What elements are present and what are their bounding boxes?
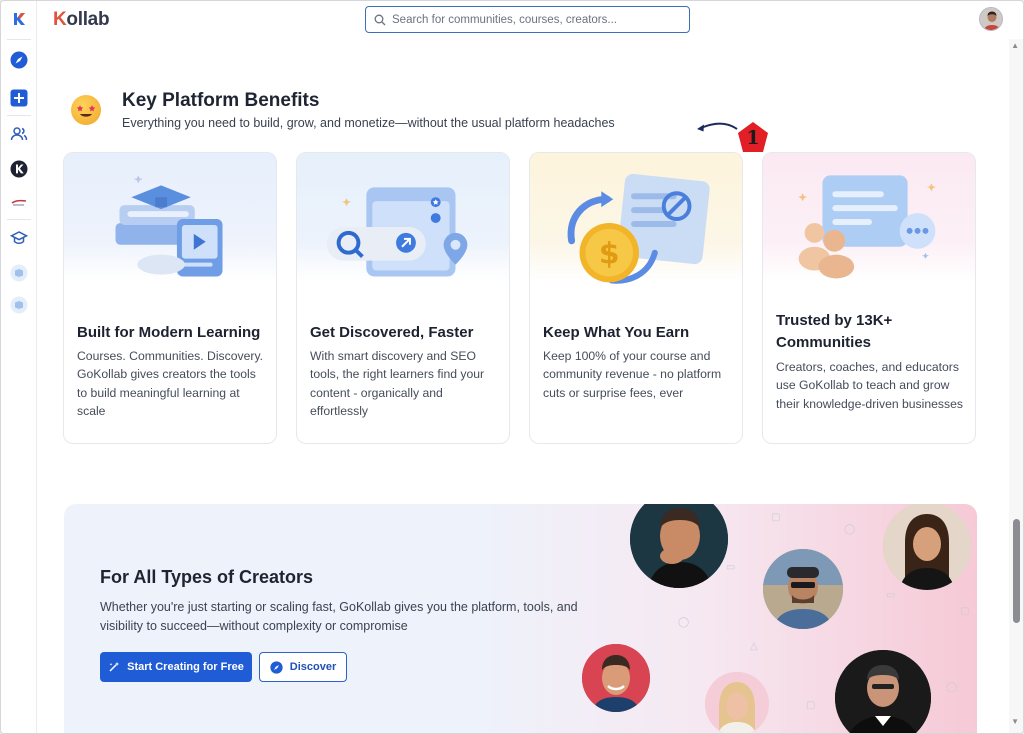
creator-avatar-2 (763, 549, 843, 629)
benefit-card-earnings[interactable]: $ Keep What You Earn Keep 100% of your c… (529, 152, 743, 444)
faint-user-icon: ◯ (844, 524, 856, 535)
sidebar-item-home[interactable] (9, 9, 29, 29)
discover-label: Discover (289, 661, 337, 673)
search-input[interactable] (392, 13, 682, 26)
course-badge-icon (10, 296, 28, 314)
benefit-card-title: Get Discovered, Faster (310, 324, 474, 341)
sparkle-wand-icon (109, 662, 120, 672)
sidebar-item-course-2[interactable] (9, 295, 29, 315)
page-scrollbar[interactable] (1009, 39, 1023, 733)
creators-subtitle: Whether you're just starting or scaling … (100, 600, 578, 633)
search-icon (374, 14, 386, 25)
users-icon (10, 127, 28, 141)
annotation-arrow-icon (697, 122, 738, 132)
creators-banner: For All Types of Creators Whether you're… (64, 504, 977, 733)
sidebar-item-community-2[interactable] (9, 192, 29, 212)
benefit-card-body: Keep 100% of your course and community r… (543, 349, 722, 400)
faint-edit-icon: ▢ (960, 606, 970, 617)
annotation-badge: 1 (737, 121, 769, 153)
svg-text:$: $ (599, 237, 620, 272)
sidebar-item-communities[interactable] (9, 124, 29, 144)
graduation-cap-icon (10, 231, 28, 245)
sidebar-item-courses[interactable] (9, 228, 29, 248)
search-discovery-illustration-icon (326, 187, 468, 277)
benefit-card-title: Keep What You Earn (543, 324, 690, 341)
scroll-down-arrow[interactable]: ▼ (1011, 717, 1019, 726)
benefit-card-body: Courses. Communities. Discovery. GoKolla… (77, 349, 264, 419)
benefits-title: Key Platform Benefits (122, 90, 320, 111)
faint-book-icon: ▭ (726, 562, 736, 573)
benefit-card-modern-learning[interactable]: Built for Modern Learning Courses. Commu… (63, 152, 277, 444)
compass-icon (270, 660, 283, 674)
creator-avatar-5 (705, 672, 769, 733)
logo-text: ollab (66, 9, 110, 30)
star-struck-emoji-icon (71, 95, 101, 125)
books-graduation-illustration-icon (115, 175, 223, 277)
user-avatar[interactable] (979, 7, 1003, 31)
sidebar-item-kollab-community[interactable] (9, 159, 29, 179)
start-creating-label: Start Creating for Free (127, 661, 244, 673)
discover-button[interactable]: Discover (259, 652, 347, 682)
community-chat-illustration-icon (798, 175, 936, 279)
scroll-up-arrow[interactable]: ▲ (1011, 41, 1019, 50)
scrollbar-thumb[interactable] (1013, 519, 1020, 623)
benefits-subtitle: Everything you need to build, grow, and … (122, 116, 615, 130)
benefit-card-title: Built for Modern Learning (77, 324, 261, 341)
sidebar (1, 1, 37, 733)
user-avatar-image (980, 8, 1002, 30)
benefit-card-trusted[interactable]: Trusted by 13K+ Communities Creators, co… (762, 152, 976, 444)
creator-avatar-6 (835, 650, 931, 733)
creator-avatar-4 (582, 644, 650, 712)
sidebar-item-discover[interactable] (9, 50, 29, 70)
annotation-badge-number: 1 (746, 127, 760, 149)
logo-k: K (53, 9, 67, 30)
compass-icon (10, 51, 28, 69)
community-logo-icon (11, 199, 27, 206)
sidebar-item-course-1[interactable] (9, 263, 29, 283)
faint-calendar-icon: ▢ (806, 700, 816, 711)
faint-chat-icon: ◯ (946, 682, 958, 693)
search-bar[interactable] (365, 6, 690, 33)
course-badge-icon (10, 264, 28, 282)
benefit-card-body: With smart discovery and SEO tools, the … (310, 349, 485, 419)
faint-bell-icon: △ (750, 641, 758, 652)
kollab-k-icon (14, 13, 25, 25)
creator-avatar-3 (883, 504, 971, 590)
k-avatar-icon (10, 160, 28, 178)
faint-user-icon: ◯ (678, 617, 690, 628)
sidebar-item-create[interactable] (9, 88, 29, 108)
creator-avatar-1 (630, 504, 728, 588)
benefit-card-title: Trusted by 13K+ Communities (776, 312, 893, 351)
app-logo[interactable]: Kollab (53, 9, 110, 31)
top-bar: Kollab (37, 1, 1023, 39)
faint-doc-icon: ▢ (771, 512, 781, 523)
start-creating-button[interactable]: Start Creating for Free (100, 652, 252, 682)
coin-revenue-illustration-icon: $ (567, 173, 710, 284)
faint-book-icon: ▭ (886, 590, 896, 601)
benefit-card-body: Creators, coaches, and educators use GoK… (776, 360, 963, 411)
plus-square-icon (10, 89, 28, 107)
browser-frame: Kollab ▲ ▼ Key Platform Benefits Everyth… (0, 0, 1024, 734)
creators-title: For All Types of Creators (100, 567, 314, 587)
benefit-card-discovery[interactable]: Get Discovered, Faster With smart discov… (296, 152, 510, 444)
